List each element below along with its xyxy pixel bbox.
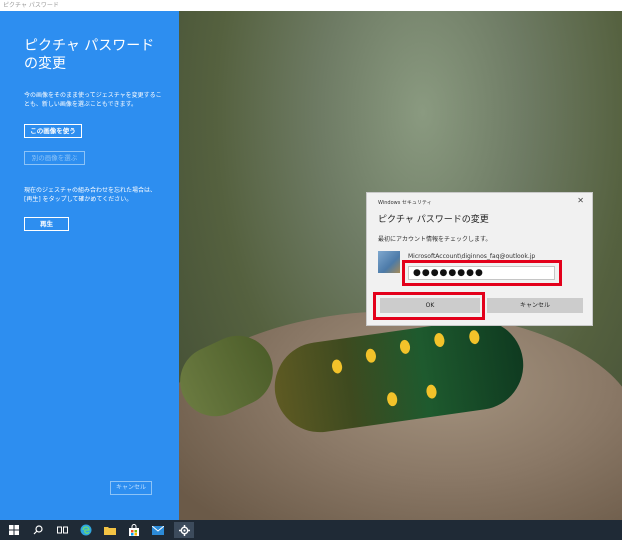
search-icon[interactable] [30, 522, 46, 538]
panel-cancel-button: キャンセル [110, 481, 152, 495]
file-explorer-icon[interactable] [102, 522, 118, 538]
mail-icon[interactable] [150, 522, 166, 538]
avatar [378, 251, 400, 273]
taskbar [0, 520, 622, 540]
choose-new-image-button: 別の画像を選ぶ [24, 151, 85, 165]
account-name: MicrosoftAccount\diginnos_faq@outlook.jp [408, 253, 536, 260]
panel-description-replay: 現在のジェスチャの組み合わせを忘れた場合は、[再生] をタップして確かめてくださ… [24, 187, 156, 203]
dialog-message: 最初にアカウント情報をチェックします。 [378, 236, 492, 243]
use-this-image-button[interactable]: この画像を使う [24, 124, 82, 138]
close-icon[interactable]: ✕ [577, 196, 584, 205]
settings-icon[interactable] [174, 522, 194, 538]
left-panel: ピクチャ パスワードの変更 今の画像をそのまま使ってジェスチャを変更することも、… [0, 11, 179, 520]
store-icon[interactable] [126, 522, 142, 538]
edge-icon[interactable] [78, 522, 94, 538]
windows-start-icon[interactable] [6, 522, 22, 538]
panel-title: ピクチャ パスワードの変更 [24, 38, 155, 72]
password-highlight-box [402, 260, 562, 286]
panel-description-change: 今の画像をそのまま使ってジェスチャを変更することも、新しい画像を選ぶこともできま… [24, 92, 162, 108]
window-title: ピクチャ パスワード [0, 0, 622, 11]
dialog-caption: Windows セキュリティ [378, 200, 432, 206]
task-view-icon[interactable] [54, 522, 70, 538]
cancel-button[interactable]: キャンセル [487, 298, 583, 313]
dialog-title: ピクチャ パスワードの変更 [378, 215, 489, 225]
replay-button[interactable]: 再生 [24, 217, 69, 231]
ok-highlight-box [373, 292, 485, 320]
